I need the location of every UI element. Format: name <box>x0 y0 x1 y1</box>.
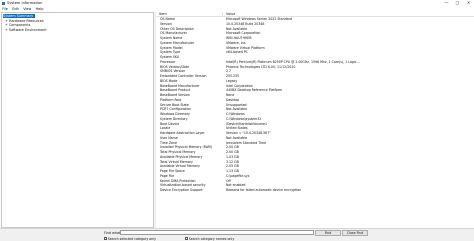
find-label: Find what: <box>104 230 122 235</box>
details-list: Item Value OS Name Microsoft Windows Serv… <box>156 12 474 228</box>
checkbox-box[interactable] <box>185 237 188 240</box>
list-rows: OS Name Microsoft Windows Server 2022 Sta… <box>156 17 474 193</box>
search-names-label: Search category names only <box>188 236 235 241</box>
table-row[interactable]: Device Encryption Support Reasons for fai… <box>156 188 474 193</box>
tree-item-system-summary[interactable]: System Summary <box>3 14 36 18</box>
row-value: Reasons for failed automatic device encr… <box>226 188 302 192</box>
find-button[interactable]: Find <box>315 229 341 236</box>
tree-item-hardware-resources[interactable]: + Hardware Resources <box>5 19 44 23</box>
find-input[interactable] <box>120 229 314 235</box>
close-find-button[interactable]: Close Find <box>342 229 368 236</box>
search-names-checkbox[interactable]: Search category names only <box>185 237 234 241</box>
tree-item-components[interactable]: + Components <box>5 23 30 27</box>
window-title: System Information <box>7 1 43 5</box>
find-bar: Find what: Find Close Find Search select… <box>0 228 474 241</box>
category-tree[interactable]: System Summary + Hardware Resources + Co… <box>1 12 154 228</box>
system-information-icon <box>2 1 5 5</box>
checkbox-box[interactable] <box>104 237 107 240</box>
search-selected-label: Search selected category only <box>107 236 156 241</box>
row-item: Device Encryption Support <box>160 188 203 192</box>
search-selected-checkbox[interactable]: Search selected category only <box>104 237 156 241</box>
tree-item-software-environment[interactable]: + Software Environment <box>5 28 47 32</box>
